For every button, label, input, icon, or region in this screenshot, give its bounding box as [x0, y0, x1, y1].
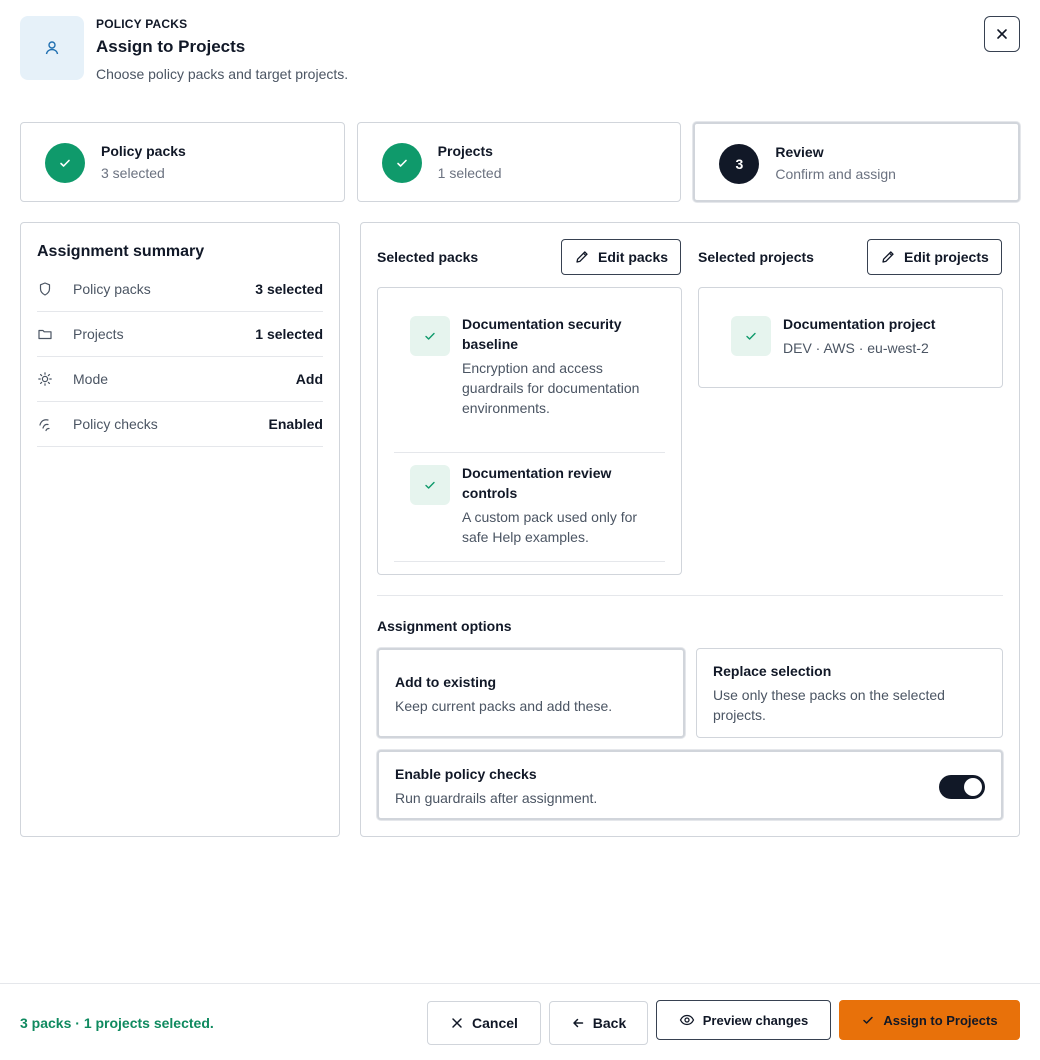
check-icon	[60, 159, 70, 167]
review-panel: Selected packs Edit packs Documentation …	[360, 222, 1020, 837]
step-title: Policy packs	[101, 143, 186, 159]
selected-packs-list: Documentation security baseline Encrypti…	[377, 287, 682, 575]
eyebrow-label: POLICY PACKS	[96, 17, 188, 31]
step-projects[interactable]: Projects 1 selected	[356, 122, 682, 202]
check-icon	[863, 1016, 874, 1024]
divider	[394, 561, 665, 562]
step-title: Projects	[437, 143, 493, 159]
option-description: Keep current packs and add these.	[395, 698, 613, 714]
check-icon	[410, 465, 450, 505]
toggle-knob	[964, 778, 982, 796]
summary-value: 3 selected	[255, 281, 323, 297]
shield-icon	[39, 282, 51, 296]
user-icon	[20, 16, 84, 80]
option-add-to-existing[interactable]: Add to existing Keep current packs and a…	[377, 648, 685, 738]
pack-title: Documentation review controls	[462, 465, 612, 501]
edit-packs-button[interactable]: Edit packs	[561, 239, 682, 275]
back-button[interactable]: Back	[549, 1001, 648, 1045]
summary-label: Policy checks	[73, 416, 158, 432]
divider	[377, 595, 1003, 596]
divider	[394, 452, 665, 453]
summary-title: Assignment summary	[37, 243, 205, 260]
dialog-footer: 3 packs · 1 projects selected. Cancel Ba…	[0, 983, 1040, 1060]
option-replace-selection[interactable]: Replace selection Use only these packs o…	[696, 648, 1003, 738]
option-title: Replace selection	[713, 663, 832, 679]
edit-packs-label: Edit packs	[598, 249, 669, 265]
close-button[interactable]	[984, 16, 1020, 52]
option-title: Add to existing	[395, 674, 497, 690]
pencil-icon	[882, 251, 894, 263]
eye-icon	[679, 1014, 694, 1026]
edit-projects-button[interactable]: Edit projects	[867, 239, 1002, 275]
step-subtitle: 1 selected	[437, 165, 502, 181]
summary-row-projects: Projects 1 selected	[37, 312, 323, 357]
step-title: Review	[775, 144, 824, 160]
step-policy-packs[interactable]: Policy packs 3 selected	[20, 122, 345, 202]
list-item: Documentation review controls A custom p…	[394, 465, 665, 555]
list-item: Documentation project DEV · AWS · eu-wes…	[715, 316, 986, 366]
project-description: DEV · AWS · eu-west-2	[783, 340, 929, 356]
summary-row-mode: Mode Add	[37, 357, 323, 402]
checks-icon	[39, 419, 50, 432]
cancel-button[interactable]: Cancel	[427, 1001, 541, 1045]
summary-label: Projects	[73, 326, 124, 342]
assign-label: Assign to Projects	[883, 1012, 998, 1028]
check-icon	[410, 316, 450, 356]
summary-row-policy-packs: Policy packs 3 selected	[37, 267, 323, 312]
selection-status: 3 packs · 1 projects selected.	[20, 1015, 214, 1031]
summary-value: 1 selected	[255, 326, 323, 342]
option-title: Enable policy checks	[395, 766, 537, 782]
policy-checks-card: Enable policy checks Run guardrails afte…	[377, 750, 1003, 820]
sun-icon	[38, 372, 52, 386]
pack-description: Encryption and access guardrails for doc…	[462, 360, 640, 416]
summary-label: Mode	[73, 371, 109, 387]
close-icon	[452, 1018, 462, 1028]
summary-label: Policy packs	[73, 281, 151, 297]
step-review[interactable]: 3 Review Confirm and assign	[693, 122, 1021, 202]
page-subtitle: Choose policy packs and target projects.	[96, 66, 349, 82]
step-subtitle: 3 selected	[101, 165, 165, 181]
pack-description: A custom pack used only for safe Help ex…	[462, 509, 638, 545]
page-title: Assign to Projects	[96, 37, 246, 56]
assign-to-projects-button[interactable]: Assign to Projects	[839, 1000, 1020, 1040]
assignment-options-heading: Assignment options	[377, 618, 512, 634]
selected-projects-heading: Selected projects	[698, 249, 814, 265]
step-subtitle: Confirm and assign	[775, 166, 896, 182]
step-number-badge: 3	[719, 144, 760, 184]
summary-value: Add	[295, 371, 323, 387]
list-item: Documentation security baseline Encrypti…	[394, 316, 665, 466]
preview-label: Preview changes	[702, 1012, 809, 1028]
close-icon	[997, 29, 1007, 39]
assignment-summary-panel: Assignment summary Policy packs 3 select…	[20, 222, 340, 837]
edit-projects-label: Edit projects	[904, 249, 989, 265]
arrow-left-icon	[573, 1018, 584, 1028]
dialog-header: POLICY PACKS Assign to Projects Choose p…	[20, 16, 1020, 86]
summary-row-policy-checks: Policy checks Enabled	[37, 402, 323, 447]
selected-packs-heading: Selected packs	[377, 249, 479, 265]
stepper: Policy packs 3 selected Projects 1 selec…	[20, 122, 1021, 202]
folder-icon	[38, 329, 52, 340]
preview-changes-button[interactable]: Preview changes	[656, 1000, 831, 1040]
cancel-label: Cancel	[472, 1015, 518, 1031]
pack-title: Documentation security baseline	[462, 316, 622, 352]
back-label: Back	[592, 1015, 627, 1031]
selected-projects-list: Documentation project DEV · AWS · eu-wes…	[698, 287, 1003, 388]
summary-value: Enabled	[268, 416, 323, 432]
check-icon	[396, 159, 407, 167]
project-title: Documentation project	[783, 316, 936, 332]
step-complete-badge	[45, 143, 85, 183]
option-description: Run guardrails after assignment.	[395, 790, 598, 806]
step-complete-badge	[381, 143, 422, 183]
policy-checks-toggle[interactable]	[939, 775, 985, 799]
option-description: Use only these packs on the selected pro…	[713, 687, 945, 723]
pencil-icon	[576, 251, 588, 263]
check-icon	[731, 316, 771, 356]
